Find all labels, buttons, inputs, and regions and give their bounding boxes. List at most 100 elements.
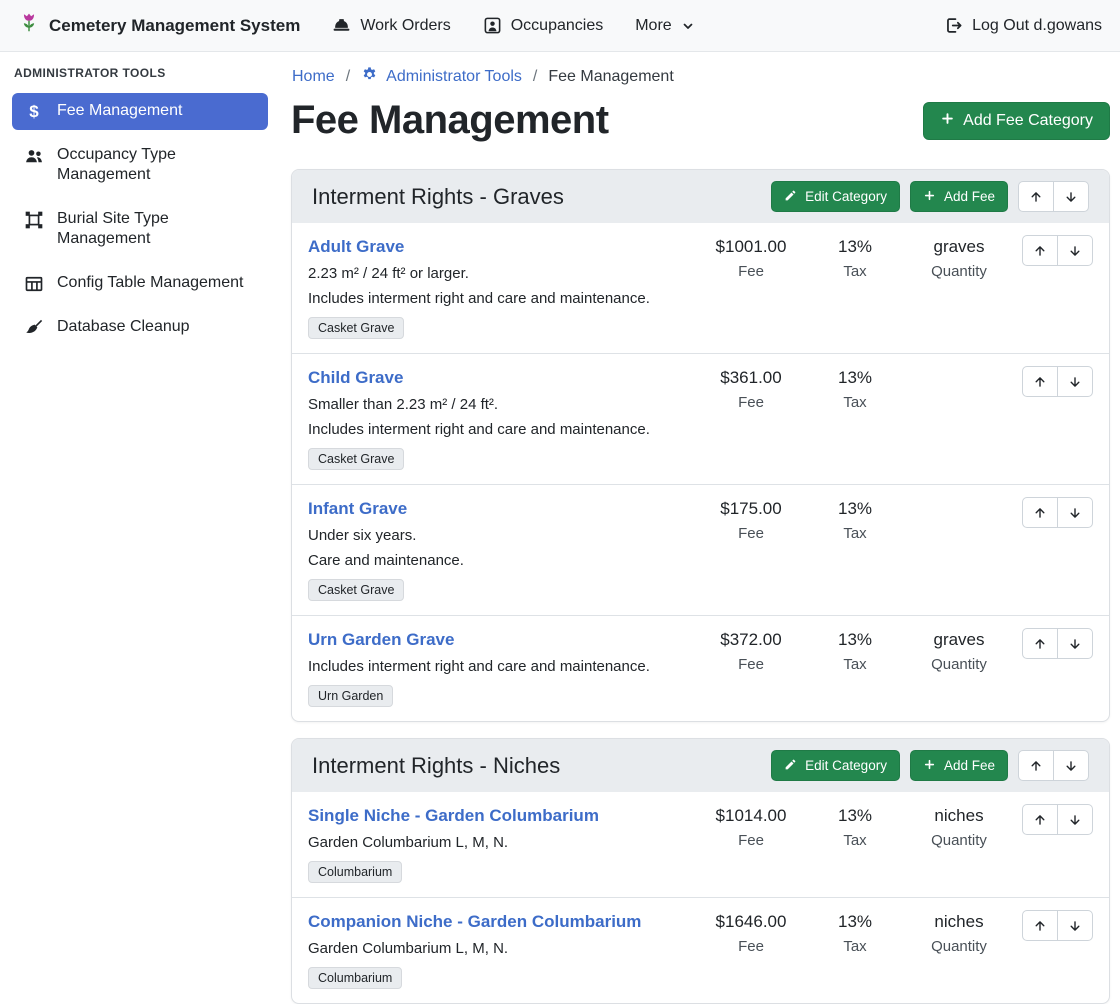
tax-column: 13% Tax (803, 628, 907, 673)
fee-name-link[interactable]: Single Niche - Garden Columbarium (308, 806, 599, 826)
move-category-up-button[interactable] (1018, 181, 1054, 212)
sidebar-heading: ADMINISTRATOR TOOLS (14, 66, 266, 80)
category-reorder-group (1018, 181, 1089, 212)
fee-type-badge: Casket Grave (308, 317, 404, 339)
move-category-up-button[interactable] (1018, 750, 1054, 781)
sidebar-item-label: Fee Management (57, 101, 182, 121)
sidebar-item-config-table-management[interactable]: Config Table Management (12, 265, 268, 302)
tax-label: Tax (803, 656, 907, 673)
plus-icon (923, 758, 936, 774)
category-reorder-group (1018, 750, 1089, 781)
fee-amount-column: $1014.00 Fee (699, 804, 803, 849)
broom-icon (24, 318, 44, 338)
fee-row: Infant Grave Under six years. Care and m… (292, 484, 1109, 615)
fee-row: Urn Garden Grave Includes interment righ… (292, 615, 1109, 721)
fee-amount: $1014.00 (699, 806, 803, 826)
quantity-label: Quantity (907, 832, 1011, 849)
tax-column: 13% Tax (803, 235, 907, 280)
move-fee-down-button[interactable] (1057, 804, 1093, 835)
fee-name-link[interactable]: Companion Niche - Garden Columbarium (308, 912, 641, 932)
fee-row: Child Grave Smaller than 2.23 m² / 24 ft… (292, 353, 1109, 484)
quantity-column: niches Quantity (907, 910, 1011, 955)
category-title: Interment Rights - Niches (312, 753, 761, 779)
tax-label: Tax (803, 525, 907, 542)
fee-amount: $175.00 (699, 499, 803, 519)
nav-item-occupancies[interactable]: Occupancies (483, 16, 604, 35)
fee-amount-column: $372.00 Fee (699, 628, 803, 673)
move-fee-up-button[interactable] (1022, 628, 1058, 659)
breadcrumb-home-link[interactable]: Home (292, 68, 335, 86)
quantity-unit: niches (907, 806, 1011, 826)
fee-amount: $361.00 (699, 368, 803, 388)
fee-info: Companion Niche - Garden Columbarium Gar… (308, 910, 699, 989)
add-fee-category-button[interactable]: Add Fee Category (923, 102, 1110, 140)
move-category-down-button[interactable] (1053, 750, 1089, 781)
logout-icon (944, 16, 963, 35)
sidebar-item-database-cleanup[interactable]: Database Cleanup (12, 309, 268, 346)
nav-item-work-orders[interactable]: Work Orders (332, 16, 450, 35)
tax-column: 13% Tax (803, 366, 907, 411)
quantity-column (907, 497, 1011, 499)
move-fee-up-button[interactable] (1022, 235, 1058, 266)
fee-amount-column: $1001.00 Fee (699, 235, 803, 280)
nav-item-label: Occupancies (511, 17, 604, 35)
move-fee-up-button[interactable] (1022, 497, 1058, 528)
fee-description: Smaller than 2.23 m² / 24 ft². (308, 396, 691, 413)
fee-type-badge: Casket Grave (308, 448, 404, 470)
logout-button[interactable]: Log Out d.gowans (944, 16, 1102, 35)
breadcrumb-admin-tools-link[interactable]: Administrator Tools (361, 66, 522, 88)
chevron-down-icon (681, 19, 695, 33)
fee-name-link[interactable]: Infant Grave (308, 499, 407, 519)
app-brand[interactable]: Cemetery Management System (18, 12, 300, 39)
sidebar-item-fee-management[interactable]: $ Fee Management (12, 93, 268, 130)
fee-name-link[interactable]: Adult Grave (308, 237, 404, 257)
brand-title: Cemetery Management System (49, 16, 300, 36)
add-fee-label: Add Fee (944, 189, 995, 204)
move-fee-down-button[interactable] (1057, 628, 1093, 659)
quantity-unit: niches (907, 912, 1011, 932)
fee-row: Companion Niche - Garden Columbarium Gar… (292, 897, 1109, 1003)
fee-amount-column: $361.00 Fee (699, 366, 803, 411)
fee-description: Includes interment right and care and ma… (308, 290, 691, 307)
plus-icon (940, 111, 955, 131)
breadcrumb: Home / Administrator Tools / Fee Managem… (292, 66, 1110, 88)
main-content: Home / Administrator Tools / Fee Managem… (280, 52, 1120, 939)
fee-reorder-group (1011, 497, 1093, 528)
move-fee-down-button[interactable] (1057, 497, 1093, 528)
quantity-label: Quantity (907, 938, 1011, 955)
tax-value: 13% (803, 912, 907, 932)
move-fee-up-button[interactable] (1022, 910, 1058, 941)
add-fee-button[interactable]: Add Fee (910, 181, 1008, 212)
admin-sidebar: ADMINISTRATOR TOOLS $ Fee Management Occ… (0, 52, 280, 939)
move-fee-up-button[interactable] (1022, 804, 1058, 835)
sidebar-item-occupancy-type-management[interactable]: Occupancy Type Management (12, 137, 268, 194)
category-card-niches: Interment Rights - Niches Edit Category … (291, 738, 1110, 1004)
quantity-column: graves Quantity (907, 628, 1011, 673)
sidebar-item-burial-site-type-management[interactable]: Burial Site Type Management (12, 201, 268, 258)
fee-amount: $1646.00 (699, 912, 803, 932)
quantity-label: Quantity (907, 263, 1011, 280)
edit-category-button[interactable]: Edit Category (771, 181, 900, 212)
move-fee-down-button[interactable] (1057, 235, 1093, 266)
fee-name-link[interactable]: Urn Garden Grave (308, 630, 454, 650)
category-header: Interment Rights - Niches Edit Category … (292, 739, 1109, 792)
fee-name-link[interactable]: Child Grave (308, 368, 403, 388)
fee-type-badge: Columbarium (308, 861, 402, 883)
move-fee-up-button[interactable] (1022, 366, 1058, 397)
fee-amount-label: Fee (699, 938, 803, 955)
fee-row: Adult Grave 2.23 m² / 24 ft² or larger. … (292, 223, 1109, 353)
move-fee-down-button[interactable] (1057, 366, 1093, 397)
tax-column: 13% Tax (803, 804, 907, 849)
nav-item-more[interactable]: More (635, 17, 694, 35)
breadcrumb-home-label: Home (292, 68, 335, 86)
add-fee-button[interactable]: Add Fee (910, 750, 1008, 781)
move-fee-down-button[interactable] (1057, 910, 1093, 941)
pencil-icon (784, 189, 797, 205)
hard-hat-icon (332, 16, 351, 35)
edit-category-button[interactable]: Edit Category (771, 750, 900, 781)
fee-reorder-group (1011, 910, 1093, 941)
move-category-down-button[interactable] (1053, 181, 1089, 212)
fee-reorder-group (1011, 235, 1093, 266)
quantity-label: Quantity (907, 656, 1011, 673)
tulip-logo-icon (18, 12, 40, 39)
